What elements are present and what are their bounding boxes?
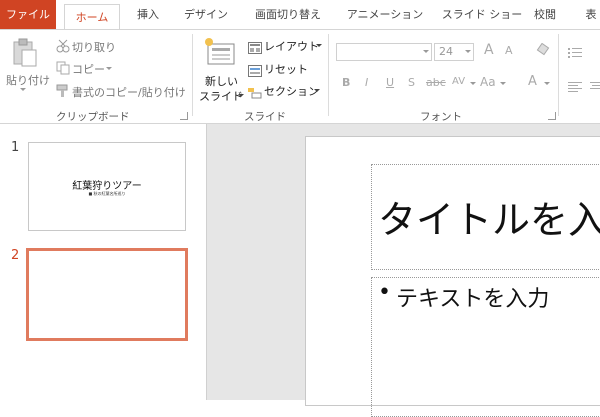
chevron-down-icon[interactable] [470, 82, 476, 85]
paste-icon[interactable] [12, 38, 38, 68]
align-left-icon[interactable] [568, 78, 584, 92]
group-divider [558, 34, 559, 116]
layout-icon [248, 39, 262, 54]
layout-dropdown-icon[interactable] [316, 44, 322, 47]
clipboard-group-label: クリップボード [56, 111, 130, 123]
bullets-icon[interactable] [568, 44, 584, 58]
new-slide-dropdown-icon[interactable] [238, 94, 244, 97]
shadow-button[interactable]: S [408, 76, 415, 89]
tab-file[interactable]: ファイル [0, 0, 56, 30]
section-button[interactable]: セクション [264, 83, 319, 99]
font-group-label: フォント [420, 111, 462, 123]
group-divider [192, 34, 193, 116]
align-center-icon[interactable] [590, 78, 600, 90]
reset-button[interactable]: リセット [264, 61, 308, 77]
font-size-combo[interactable]: 24 [434, 43, 474, 61]
chevron-down-icon[interactable] [500, 82, 506, 85]
tab-slideshow[interactable]: スライド ショー [438, 0, 526, 30]
title-placeholder[interactable]: タイトルを入 [371, 164, 600, 270]
tab-home[interactable]: ホーム [64, 4, 120, 30]
tab-animations[interactable]: アニメーション [342, 0, 428, 30]
thumbnail-title: 紅葉狩りツアー [72, 181, 142, 192]
copy-button[interactable]: コピー [72, 61, 105, 77]
font-name-combo[interactable] [336, 43, 432, 61]
font-color-button[interactable]: A [528, 74, 537, 89]
thumbnail-subtitle: ■ 秋の紅葉名所巡り [88, 191, 126, 196]
copy-dropdown-icon[interactable] [106, 67, 112, 70]
change-case-button[interactable]: Aa [480, 75, 496, 89]
content-placeholder-text: テキストを入力 [396, 287, 550, 312]
new-slide-button-label-line2[interactable]: スライド [199, 88, 243, 104]
title-placeholder-text: タイトルを入 [378, 198, 600, 242]
char-spacing-button[interactable]: AV [452, 76, 465, 87]
new-slide-icon[interactable] [204, 36, 236, 66]
cut-button[interactable]: 切り取り [72, 39, 116, 55]
scissors-icon [56, 38, 70, 53]
layout-button[interactable]: レイアウト [264, 38, 319, 54]
tab-design[interactable]: デザイン [178, 0, 234, 30]
reset-icon [248, 62, 262, 77]
slide-thumbnail-1[interactable]: 紅葉狩りツアー ■ 秋の紅葉名所巡り [28, 142, 186, 231]
slide-thumbnail-panel: 1 紅葉狩りツアー ■ 秋の紅葉名所巡り 2 [0, 124, 207, 400]
section-dropdown-icon[interactable] [314, 89, 320, 92]
underline-button[interactable]: U [386, 76, 394, 89]
font-launcher-icon[interactable] [548, 112, 556, 120]
strikethrough-button[interactable]: abc [426, 76, 446, 89]
chevron-down-icon[interactable] [544, 82, 550, 85]
font-size-value: 24 [439, 45, 453, 58]
current-slide[interactable]: タイトルを入 • テキストを入力 [305, 136, 600, 417]
content-placeholder[interactable]: • テキストを入力 [371, 277, 600, 417]
clipboard-launcher-icon[interactable] [180, 112, 188, 120]
section-icon [248, 84, 262, 99]
paste-dropdown-icon[interactable] [20, 88, 26, 91]
tab-review[interactable]: 校閲 [530, 0, 560, 30]
group-divider [328, 34, 329, 116]
ribbon: 貼り付け 切り取り コピー 書式のコピー/貼り付け クリップボード 新しい スラ… [0, 29, 600, 124]
tab-view[interactable]: 表 [580, 0, 600, 30]
slide-number: 1 [11, 140, 20, 155]
ribbon-tab-bar: ファイル ホーム 挿入 デザイン 画面切り替え アニメーション スライド ショー… [0, 0, 600, 30]
format-painter-button[interactable]: 書式のコピー/貼り付け [72, 84, 186, 100]
copy-icon [56, 60, 70, 75]
slide-number: 2 [11, 248, 20, 263]
grow-font-button[interactable]: A [484, 42, 494, 58]
tab-transitions[interactable]: 画面切り替え [248, 0, 328, 30]
clear-formatting-icon[interactable] [536, 42, 550, 56]
bullet: • [378, 280, 391, 305]
format-painter-icon [56, 83, 70, 97]
italic-button[interactable]: I [365, 76, 368, 89]
paste-button[interactable]: 貼り付け [6, 72, 50, 88]
chevron-down-icon [423, 50, 429, 53]
slide-editing-area: タイトルを入 • テキストを入力 [207, 124, 600, 417]
shrink-font-button[interactable]: A [505, 44, 513, 57]
chevron-down-icon [465, 50, 471, 53]
tab-insert[interactable]: 挿入 [128, 0, 168, 30]
slides-group-label: スライド [244, 111, 286, 123]
bold-button[interactable]: B [342, 76, 350, 89]
new-slide-button[interactable]: 新しい [205, 73, 238, 89]
slide-thumbnail-2-selected[interactable] [26, 248, 188, 341]
